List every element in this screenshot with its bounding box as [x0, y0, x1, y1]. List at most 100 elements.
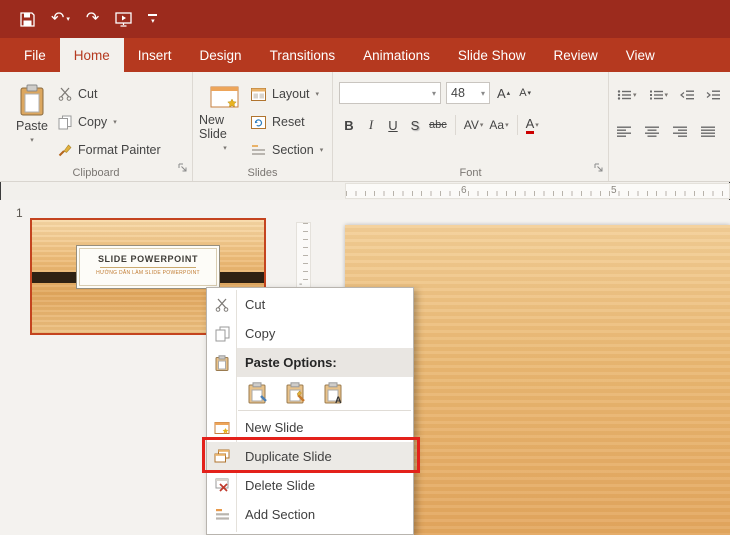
copy-label: Copy: [78, 115, 108, 129]
clipboard-group: Paste ▾ Cut Copy ▾ Format Painter Clipbo…: [0, 72, 193, 181]
divider: [516, 115, 518, 135]
ruler-mark-5: 5: [611, 185, 617, 196]
font-size-value: 48: [451, 86, 465, 100]
align-right-button[interactable]: [671, 120, 689, 142]
customize-qat-button[interactable]: ▾: [148, 13, 158, 25]
tab-file[interactable]: File: [10, 38, 60, 72]
paste-button[interactable]: Paste ▾: [6, 80, 58, 161]
justify-button[interactable]: [699, 120, 717, 142]
slide-number: 1: [16, 206, 23, 220]
italic-button[interactable]: I: [361, 114, 381, 136]
context-menu-item-copy[interactable]: Copy: [207, 319, 413, 348]
bold-button[interactable]: B: [339, 114, 359, 136]
tab-design[interactable]: Design: [186, 38, 256, 72]
start-from-beginning-button[interactable]: [115, 11, 132, 27]
tab-review[interactable]: Review: [539, 38, 611, 72]
redo-button[interactable]: ↷: [86, 11, 99, 27]
new-slide-button[interactable]: New Slide ▾: [199, 80, 251, 161]
justify-icon: [701, 126, 715, 137]
font-color-caret-icon: ▾: [535, 122, 539, 129]
divider: [454, 115, 456, 135]
align-center-button[interactable]: [643, 120, 661, 142]
paste-clipboard-icon: [20, 84, 44, 116]
copy-icon: [215, 326, 229, 341]
font-dialog-launcher[interactable]: [594, 159, 603, 177]
ribbon: Paste ▾ Cut Copy ▾ Format Painter Clipbo…: [0, 72, 730, 182]
change-case-button[interactable]: Aa ▾: [487, 114, 510, 136]
layout-button[interactable]: Layout ▾: [251, 83, 323, 105]
delete-slide-icon: [215, 478, 229, 492]
bullets-caret-icon: ▾: [633, 92, 637, 99]
clipboard-group-label: Clipboard: [72, 167, 120, 179]
font-color-button[interactable]: A ▾: [524, 114, 541, 136]
align-center-icon: [645, 126, 659, 137]
format-painter-icon: [58, 144, 72, 157]
paste-keep-source-formatting-icon: [286, 381, 305, 403]
increase-indent-button[interactable]: [704, 84, 722, 106]
font-name-combobox[interactable]: ▾: [339, 82, 441, 104]
text-shadow-button[interactable]: S: [405, 114, 425, 136]
paste-keep-source-formatting-button[interactable]: [283, 380, 309, 406]
cut-icon: [215, 298, 229, 312]
layout-dropdown-caret-icon: ▾: [315, 91, 320, 98]
character-spacing-button[interactable]: AV ▾: [462, 114, 486, 136]
increase-indent-icon: [706, 90, 721, 100]
decrease-indent-icon: [680, 90, 695, 100]
bullets-button[interactable]: ▾: [615, 84, 639, 106]
paste-icon: [215, 354, 229, 371]
new-slide-dropdown-caret-icon: ▾: [223, 145, 227, 152]
context-menu-paste-options-header: Paste Options:: [207, 348, 413, 377]
tab-home[interactable]: Home: [59, 38, 124, 72]
ruler-mark-6: 6: [461, 185, 467, 196]
section-dropdown-caret-icon: ▾: [319, 147, 324, 154]
decrease-indent-button[interactable]: [678, 84, 696, 106]
context-menu: Cut Copy Paste Options: A New Slide Dupl…: [206, 287, 414, 535]
numbering-caret-icon: ▾: [664, 92, 669, 99]
dialog-launcher-icon: [594, 163, 603, 172]
context-menu-item-delete-slide[interactable]: Delete Slide: [207, 471, 413, 500]
dialog-launcher-icon: [178, 163, 187, 172]
numbering-button[interactable]: ▾: [647, 84, 671, 106]
tab-slide-show[interactable]: Slide Show: [444, 38, 540, 72]
paste-dropdown-caret-icon: ▾: [30, 137, 34, 144]
reset-button[interactable]: Reset: [251, 111, 323, 133]
increase-font-size-button[interactable]: A ▴: [495, 82, 512, 104]
context-menu-item-duplicate-slide[interactable]: Duplicate Slide: [207, 442, 413, 471]
change-case-caret-icon: ▾: [505, 122, 509, 129]
slides-group-label: Slides: [247, 167, 278, 179]
clipboard-dialog-launcher[interactable]: [178, 159, 187, 177]
tab-transitions[interactable]: Transitions: [256, 38, 350, 72]
strikethrough-button[interactable]: abc: [427, 114, 449, 136]
align-left-button[interactable]: [615, 120, 633, 142]
context-menu-item-new-slide[interactable]: New Slide: [207, 413, 413, 442]
copy-dropdown-caret-icon: ▾: [113, 119, 117, 126]
slide-subtitle: HƯỚNG DẪN LÀM SLIDE POWERPOINT: [96, 270, 200, 276]
paste-keep-text-only-button[interactable]: A: [321, 380, 347, 406]
section-button[interactable]: Section ▾: [251, 139, 323, 161]
start-slideshow-icon: [115, 11, 132, 27]
slide-title-box: SLIDE POWERPOINT HƯỚNG DẪN LÀM SLIDE POW…: [76, 245, 220, 289]
cut-button[interactable]: Cut: [58, 83, 161, 105]
tab-view[interactable]: View: [612, 38, 669, 72]
format-painter-button[interactable]: Format Painter: [58, 139, 161, 161]
layout-icon: [251, 87, 266, 101]
underline-button[interactable]: U: [383, 114, 403, 136]
slides-group: New Slide ▾ Layout ▾ Reset Section ▾ Sli…: [193, 72, 333, 181]
context-menu-item-cut[interactable]: Cut: [207, 290, 413, 319]
character-spacing-caret-icon: ▾: [479, 122, 484, 129]
slide-title: SLIDE POWERPOINT: [97, 254, 199, 264]
tab-insert[interactable]: Insert: [124, 38, 186, 72]
tab-animations[interactable]: Animations: [349, 38, 444, 72]
paste-options-row: A: [207, 377, 413, 408]
context-menu-item-add-section[interactable]: Add Section: [207, 500, 413, 529]
copy-button[interactable]: Copy ▾: [58, 111, 161, 133]
save-button[interactable]: [20, 11, 35, 27]
undo-button[interactable]: ↶ ▾: [51, 11, 70, 27]
paste-use-destination-theme-button[interactable]: [245, 380, 271, 406]
align-left-icon: [617, 126, 631, 137]
decrease-font-size-button[interactable]: A ▾: [517, 82, 533, 104]
font-size-combobox[interactable]: 48 ▾: [446, 82, 490, 104]
layout-label: Layout: [272, 87, 310, 101]
font-name-caret-icon: ▾: [431, 88, 436, 98]
cut-icon: [58, 87, 72, 101]
